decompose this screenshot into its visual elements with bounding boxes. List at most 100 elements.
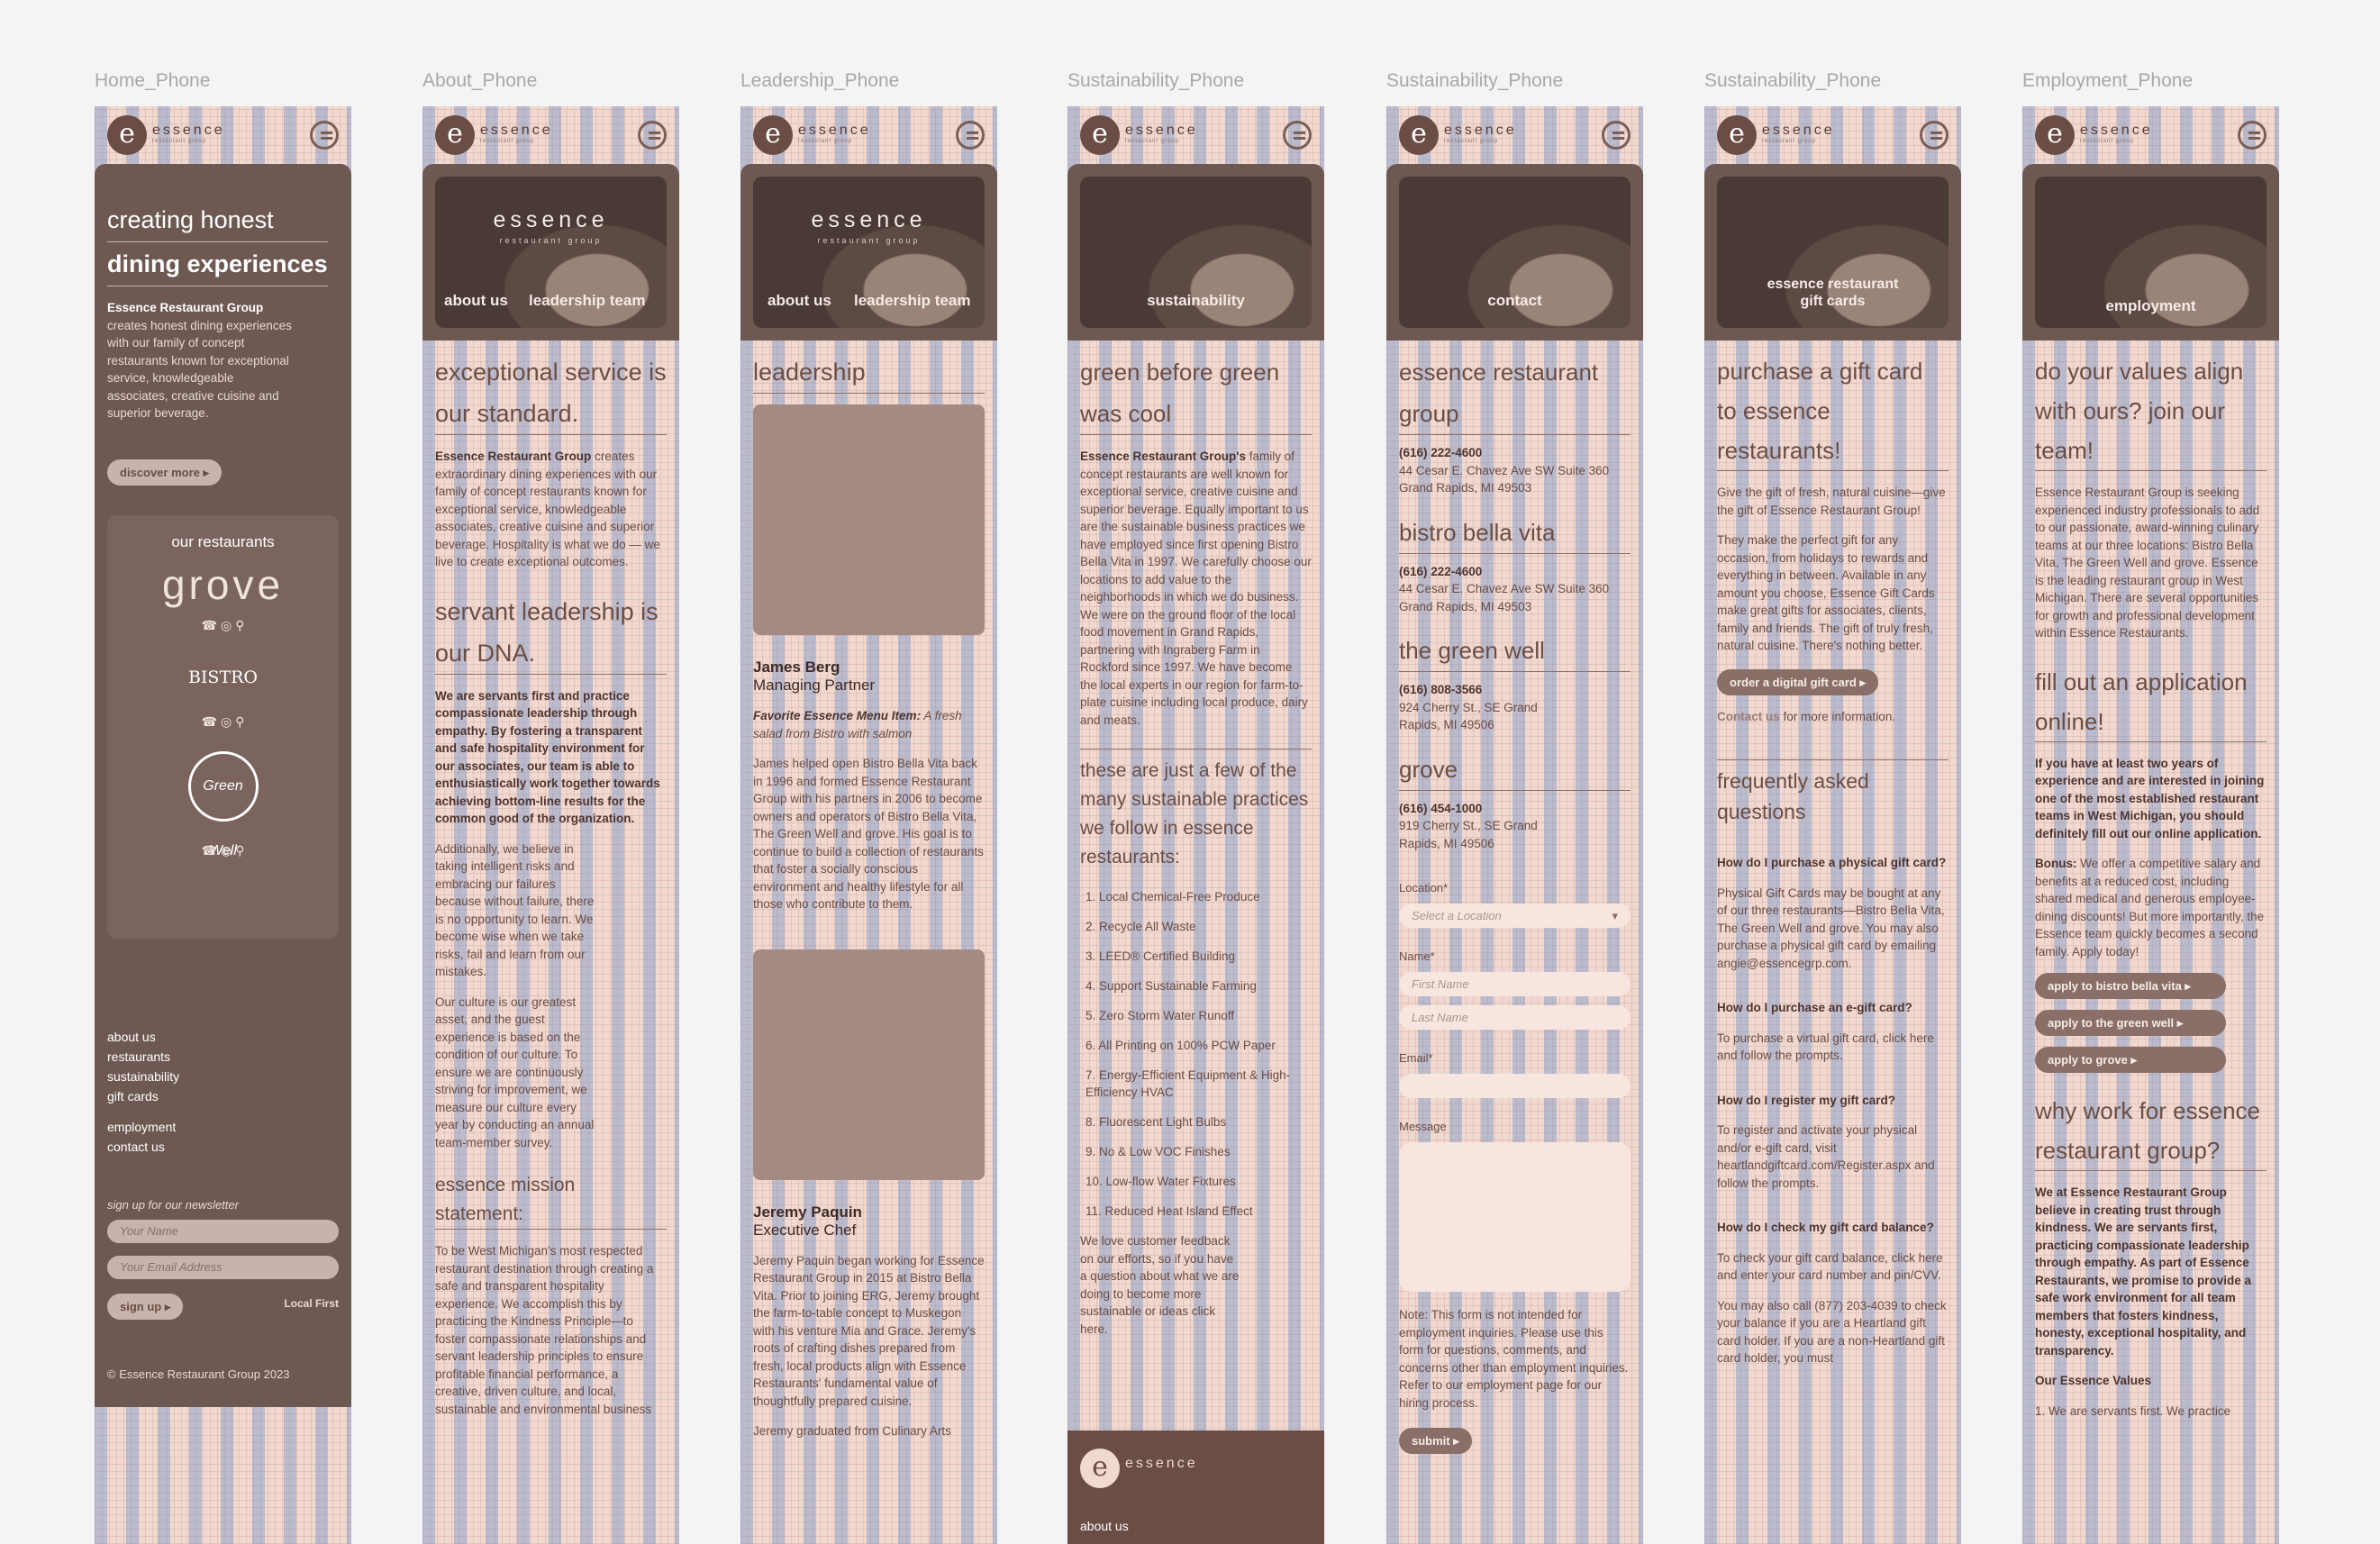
logo-icon[interactable]: e [1399,115,1439,155]
location-select[interactable]: Select a Location ▾ [1399,904,1631,928]
sustain-intro: Essence Restaurant Group's family of con… [1080,448,1312,729]
menu-icon[interactable] [638,121,667,150]
footer-link-sustainability[interactable]: sustainability [107,1067,179,1086]
intro-text: creates honest dining experiences with o… [107,318,292,421]
logo-icon[interactable]: e [107,115,147,155]
leader-role: Managing Partner [753,677,876,694]
submit-button[interactable]: submit [1399,1428,1472,1454]
apply-heading: fill out an application online! [2035,662,2266,742]
para-intro: Essence Restaurant Group creates extraor… [435,448,667,571]
page-title: leadership [753,351,985,394]
header: e essence restaurant group [95,106,351,164]
sustainability-content: green before green was cool Essence Rest… [1080,351,1312,1338]
logo-sub: restaurant group [1444,139,1499,144]
footer-logo-icon[interactable]: e [1080,1449,1120,1488]
frame-label: Sustainability_Phone [1704,70,1882,91]
phone-sustainability: e essence restaurant group sustainabilit… [1067,106,1324,1544]
heading-mission: essence mission statement: [435,1171,667,1230]
hero-label: contact [1487,292,1542,309]
para-servant: We are servants first and practice compa… [435,688,660,826]
list-item: 5. Zero Storm Water Runoff [1086,1009,1235,1022]
footer-link-about[interactable]: about us [107,1027,179,1047]
green-well-logo[interactable]: Green Well [187,751,259,858]
footer-link-restaurants[interactable]: restaurants [107,1047,179,1067]
logo-icon[interactable]: e [753,115,793,155]
headline-line-2: dining experiences [107,242,328,286]
email-input[interactable] [1399,1074,1631,1098]
discover-more-button[interactable]: discover more [107,459,223,486]
feedback-text: We love customer feedback on our efforts… [1080,1234,1240,1336]
leader-name: James Berg [753,658,840,676]
logo-sub: restaurant group [1762,139,1817,144]
footer-logo-text: essence [1125,1456,1198,1471]
location-phone[interactable]: (616) 454-1000 [1399,800,1631,818]
first-name-input[interactable]: First Name [1399,972,1631,996]
last-name-input[interactable]: Last Name [1399,1005,1631,1030]
phone-contact: e essence restaurant group contact essen… [1386,106,1643,1544]
contact-us-link[interactable]: Contact us [1717,710,1780,723]
phone-leadership: e essence restaurant group essence resta… [740,106,997,1544]
para-risks: Additionally, we believe in taking intel… [435,841,595,979]
bistro-logo[interactable]: BISTRO [107,668,339,687]
nav-leadership-team[interactable]: leadership team [854,292,970,310]
message-textarea[interactable] [1399,1142,1631,1292]
intro-bold: Essence Restaurant Group [107,301,264,314]
location-name: essence restaurant group [1399,351,1631,435]
footer-link-gift-cards[interactable]: gift cards [107,1086,179,1106]
sign-up-button[interactable]: sign up [107,1294,184,1320]
apply-green-well-button[interactable]: apply to the green well [2035,1010,2226,1036]
faq-heading: frequently asked questions [1717,759,1949,827]
hero: sustainability [1067,164,1324,341]
logo-icon[interactable]: e [1717,115,1757,155]
location-placeholder: Select a Location [1412,909,1502,922]
para-culture: Our culture is our greatest asset, and t… [435,995,595,1149]
footer-link-contact[interactable]: contact us [107,1137,179,1157]
order-gift-card-button[interactable]: order a digital gift card [1717,668,1878,695]
menu-icon[interactable] [1283,121,1312,150]
menu-icon[interactable] [1602,121,1631,150]
gift-intro: Give the gift of fresh, natural cuisine—… [1717,486,1946,517]
logo-icon[interactable]: e [1080,115,1120,155]
logo-icon[interactable]: e [435,115,475,155]
portrait-placeholder [753,404,985,635]
bonus-body: We offer a competitive salary and benefi… [2035,857,2265,958]
bistro-contact-icons[interactable]: ☎ ◎ ⚲ [107,714,339,730]
menu-icon[interactable] [310,121,339,150]
hero-label: sustainability [1147,292,1245,309]
newsletter-name-input[interactable]: Your Name [107,1220,339,1243]
nav-leadership-team[interactable]: leadership team [529,292,645,310]
newsletter-email-input[interactable]: Your Email Address [107,1256,339,1279]
faq-question: How do I register my gift card? [1717,1093,1896,1107]
location-phone[interactable]: (616) 222-4600 [1399,444,1631,462]
why-heading: why work for essence restaurant group? [2035,1091,2266,1171]
location-address: 919 Cherry St., SE Grand Rapids, MI 4950… [1399,819,1538,850]
favorite-label: Favorite Essence Menu Item: [753,709,922,722]
footer-link-employment[interactable]: employment [107,1117,179,1137]
about-content: exceptional service is our standard. Ess… [435,351,667,1418]
list-item: 3. LEED® Certified Building [1086,949,1236,963]
faq-answer: To register and activate your physical a… [1717,1123,1935,1190]
logo-icon[interactable]: e [2035,115,2075,155]
green-well-contact-icons[interactable]: ☎ ◎ ⚲ [107,843,339,858]
nav-about-us[interactable]: about us [444,292,508,310]
grove-logo[interactable]: grove [107,560,339,609]
grove-contact-icons[interactable]: ☎ ◎ ⚲ [107,618,339,633]
employment-content: do your values align with ours? join our… [2035,351,2266,1420]
logo-sub: restaurant group [480,139,535,144]
location-name: grove [1399,749,1631,791]
apply-bistro-button[interactable]: apply to bistro bella vita [2035,973,2226,999]
faq-question: How do I purchase an e-gift card? [1717,1001,1912,1014]
location-phone[interactable]: (616) 222-4600 [1399,563,1631,581]
location-phone[interactable]: (616) 808-3566 [1399,681,1631,699]
menu-icon[interactable] [956,121,985,150]
menu-icon[interactable] [2238,121,2266,150]
logo-text: essence [480,123,553,138]
list-item: 10. Low-flow Water Fixtures [1086,1175,1236,1188]
footer-link-about[interactable]: about us [1080,1519,1129,1533]
nav-about-us[interactable]: about us [768,292,831,310]
menu-icon[interactable] [1920,121,1949,150]
logo-sub: restaurant group [1125,139,1180,144]
leader-name: Jeremy Paquin [753,1203,862,1221]
apply-grove-button[interactable]: apply to grove [2035,1047,2226,1073]
phone-employment: e essence restaurant group employment do… [2022,106,2279,1544]
